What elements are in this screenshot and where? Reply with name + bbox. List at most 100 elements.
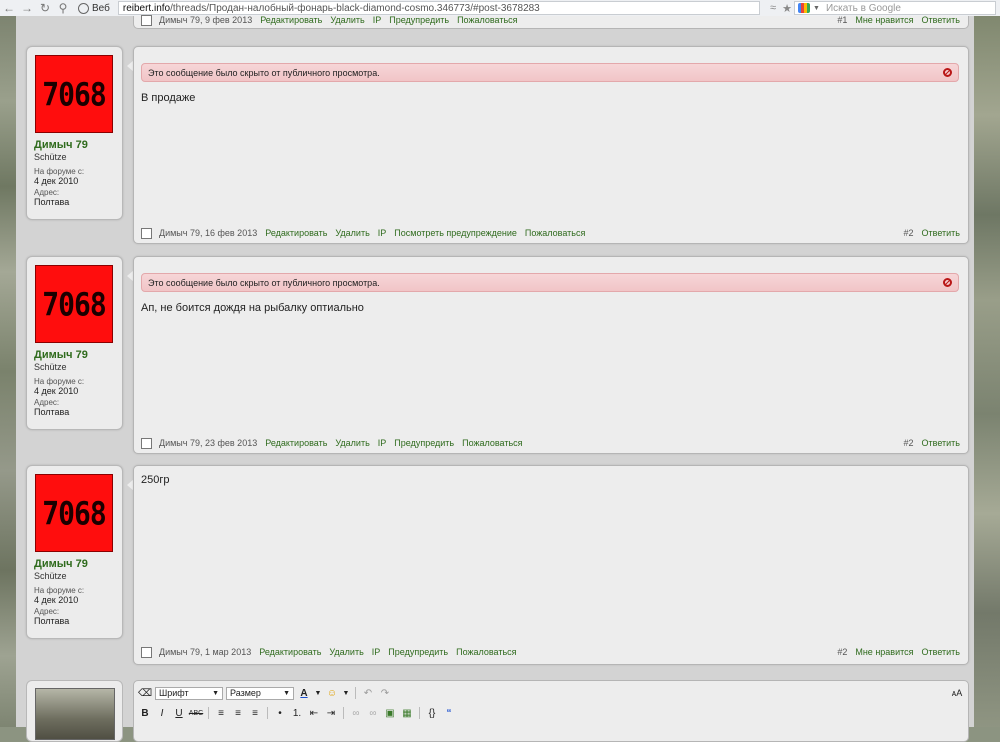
like-link[interactable]: Мне нравится <box>855 15 913 25</box>
message-text: В продаже <box>141 92 196 104</box>
username-link[interactable]: Димыч 79 <box>34 558 88 570</box>
post-number[interactable]: #2 <box>837 647 847 657</box>
select-checkbox[interactable] <box>141 437 152 449</box>
font-select[interactable]: Шрифт ▼ <box>155 686 223 700</box>
code-icon[interactable]: {} <box>425 707 439 720</box>
view-warning-link[interactable]: Посмотреть предупреждение <box>394 228 517 238</box>
post-number[interactable]: #1 <box>837 15 847 25</box>
key-icon[interactable]: ⚲ <box>54 1 72 15</box>
toggle-editor-mode-icon[interactable]: ᴀA <box>950 687 964 700</box>
top-post-footer: Димыч 79, 9 фев 2013 Редактировать Удали… <box>133 14 969 29</box>
reply-link[interactable]: Ответить <box>922 647 960 657</box>
edit-link[interactable]: Редактировать <box>259 647 321 657</box>
report-link[interactable]: Пожаловаться <box>525 228 585 238</box>
web-tab-label: Веб <box>92 2 110 14</box>
delete-link[interactable]: Удалить <box>330 15 364 25</box>
reload-icon[interactable]: ↻ <box>36 1 54 15</box>
chevron-down-icon: ▼ <box>212 689 219 697</box>
reply-link[interactable]: Ответить <box>922 438 960 448</box>
underline-icon[interactable]: U <box>172 707 186 720</box>
back-icon[interactable]: ← <box>0 1 18 15</box>
edit-link[interactable]: Редактировать <box>265 228 327 238</box>
current-user-card <box>26 680 123 742</box>
username-link[interactable]: Димыч 79 <box>34 139 88 151</box>
report-link[interactable]: Пожаловаться <box>457 15 517 25</box>
size-select[interactable]: Размер ▼ <box>226 686 294 700</box>
smiley-icon[interactable]: ☺ <box>325 687 339 700</box>
web-tab[interactable]: Веб <box>72 2 116 14</box>
address-value: Полтава <box>34 407 70 417</box>
select-checkbox[interactable] <box>141 14 152 26</box>
ip-link[interactable]: IP <box>372 647 381 657</box>
indent-icon[interactable]: ⇥ <box>324 707 338 720</box>
rss-icon[interactable]: ≈ <box>766 2 780 14</box>
joined-label: На форуме с: <box>34 377 85 386</box>
username-link[interactable]: Димыч 79 <box>34 349 88 361</box>
post-footer: Димыч 79, 23 фев 2013 Редактировать Удал… <box>141 437 960 449</box>
align-left-icon[interactable]: ≡ <box>214 707 228 720</box>
ip-link[interactable]: IP <box>373 15 382 25</box>
message-box: Это сообщение было скрыто от публичного … <box>133 256 969 454</box>
warn-link[interactable]: Предупредить <box>388 647 448 657</box>
reply-link[interactable]: Ответить <box>922 228 960 238</box>
message-box: 250гр Димыч 79, 1 мар 2013 Редактировать… <box>133 465 969 665</box>
size-select-label: Размер <box>230 688 261 698</box>
reply-link[interactable]: Ответить <box>922 15 960 25</box>
align-center-icon[interactable]: ≡ <box>231 707 245 720</box>
current-user-avatar[interactable] <box>35 688 115 740</box>
delete-link[interactable]: Удалить <box>335 438 369 448</box>
select-checkbox[interactable] <box>141 646 152 658</box>
hidden-notice-text: Это сообщение было скрыто от публичного … <box>148 68 380 78</box>
delete-link[interactable]: Удалить <box>335 228 369 238</box>
camo-left <box>0 16 16 727</box>
undo-icon[interactable]: ↶ <box>361 687 375 700</box>
outdent-icon[interactable]: ⇤ <box>307 707 321 720</box>
ip-link[interactable]: IP <box>378 228 387 238</box>
chevron-down-icon[interactable]: ▼ <box>314 687 322 700</box>
google-search-box[interactable]: ▼ Искать в Google <box>794 1 996 15</box>
user-title: Schütze <box>34 152 67 162</box>
select-checkbox[interactable] <box>141 227 152 239</box>
message-box: Это сообщение было скрыто от публичного … <box>133 46 969 244</box>
joined-date: 4 дек 2010 <box>34 176 79 186</box>
post-meta: Димыч 79, 16 фев 2013 <box>159 228 258 238</box>
avatar[interactable]: 7068 <box>35 265 113 343</box>
link-icon[interactable]: ∞ <box>349 707 363 720</box>
text-color-icon[interactable]: A <box>297 687 311 700</box>
post-footer: Димыч 79, 1 мар 2013 Редактировать Удали… <box>141 646 960 658</box>
report-link[interactable]: Пожаловаться <box>456 647 516 657</box>
chevron-down-icon[interactable]: ▼ <box>342 687 350 700</box>
bookmark-star-icon[interactable]: ★ <box>780 2 794 15</box>
edit-link[interactable]: Редактировать <box>260 15 322 25</box>
forward-icon[interactable]: → <box>18 1 36 15</box>
media-icon[interactable]: ▦ <box>400 707 414 720</box>
avatar[interactable]: 7068 <box>35 474 113 552</box>
unlink-icon[interactable]: ∞ <box>366 707 380 720</box>
italic-icon[interactable]: I <box>155 707 169 720</box>
hidden-notice: Это сообщение было скрыто от публичного … <box>141 63 959 82</box>
quote-icon[interactable]: “ <box>442 707 456 720</box>
report-link[interactable]: Пожаловаться <box>462 438 522 448</box>
search-dropdown-icon[interactable]: ▼ <box>813 5 820 12</box>
bullet-list-icon[interactable]: • <box>273 707 287 720</box>
strikethrough-icon[interactable]: ABC <box>189 707 203 720</box>
image-icon[interactable]: ▣ <box>383 707 397 720</box>
avatar[interactable]: 7068 <box>35 55 113 133</box>
eraser-icon[interactable]: ⌫ <box>138 687 152 700</box>
like-link[interactable]: Мне нравится <box>855 647 913 657</box>
bold-icon[interactable]: B <box>138 707 152 720</box>
align-right-icon[interactable]: ≡ <box>248 707 262 720</box>
edit-link[interactable]: Редактировать <box>265 438 327 448</box>
restore-icon[interactable] <box>943 68 952 77</box>
restore-icon[interactable] <box>943 278 952 287</box>
warn-link[interactable]: Предупредить <box>389 15 449 25</box>
post-number[interactable]: #2 <box>904 228 914 238</box>
post-meta: Димыч 79, 23 фев 2013 <box>159 438 258 448</box>
delete-link[interactable]: Удалить <box>329 647 363 657</box>
warn-link[interactable]: Предупредить <box>394 438 454 448</box>
redo-icon[interactable]: ↷ <box>378 687 392 700</box>
numbered-list-icon[interactable]: 1. <box>290 707 304 720</box>
ip-link[interactable]: IP <box>378 438 387 448</box>
address-bar[interactable]: reibert.info/threads/Продан-налобный-фон… <box>117 1 760 15</box>
post-number[interactable]: #2 <box>904 438 914 448</box>
